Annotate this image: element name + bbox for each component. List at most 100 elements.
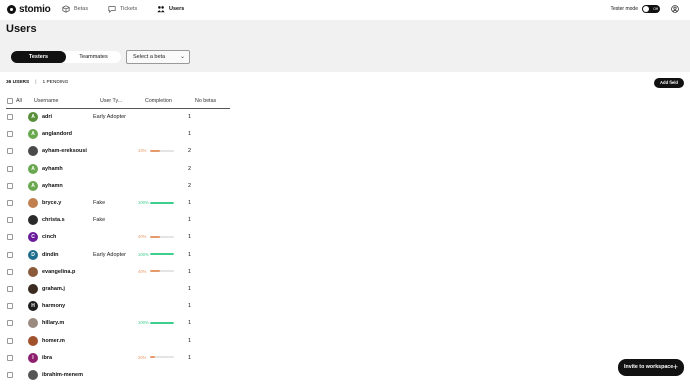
chevron-down-icon: ⌄ [179, 54, 185, 60]
username-cell[interactable]: christa.s [42, 217, 65, 223]
completion-bar [150, 321, 174, 324]
username-cell[interactable]: homer.m [42, 338, 65, 344]
table-row[interactable]: bryce.y Fake 100% 1 [0, 195, 690, 212]
row-checkbox[interactable] [7, 217, 13, 224]
betas-count-cell: 1 [188, 303, 192, 310]
header-band [0, 20, 690, 72]
table-row[interactable]: Aanglandord 1 [0, 126, 690, 143]
username-cell[interactable]: harmony [42, 303, 65, 309]
username-cell[interactable]: ibra [42, 355, 52, 361]
row-checkbox[interactable] [7, 372, 13, 378]
table-row[interactable]: Ddindin Early Adopter 100% 1 [0, 247, 690, 264]
avatar [28, 335, 38, 346]
username-cell[interactable]: anglandord [42, 131, 72, 137]
row-checkbox[interactable] [7, 182, 13, 189]
betas-count-cell: 2 [188, 148, 192, 155]
completion-percent: 20% [138, 354, 147, 360]
tab-testers[interactable]: Testers [11, 51, 66, 63]
add-field-button[interactable]: Add field [654, 78, 684, 88]
table-row[interactable]: ayham-ereksousi 43% 2 [0, 143, 690, 160]
table-row[interactable]: ibrahim-menem [0, 367, 690, 384]
pending-count: 1 PENDING [42, 80, 69, 85]
username-cell[interactable]: ayhamn [42, 183, 63, 189]
avatar [28, 146, 38, 157]
table-row[interactable]: graham.j 1 [0, 281, 690, 298]
row-checkbox[interactable] [7, 337, 13, 344]
table-row[interactable]: christa.s Fake 1 [0, 212, 690, 229]
username-cell[interactable]: bryce.y [42, 200, 61, 206]
tab-teammates[interactable]: Teammates [66, 51, 121, 63]
table-row[interactable]: Ccinch 40% 1 [0, 229, 690, 246]
username-cell[interactable]: hillary.m [42, 320, 64, 326]
avatar: H [28, 301, 38, 312]
row-checkbox[interactable] [7, 114, 13, 120]
avatar [28, 318, 38, 329]
completion-bar-fill [150, 201, 174, 204]
nav-item-tickets[interactable]: Tickets [108, 5, 137, 13]
nav-item-betas[interactable]: Betas [62, 5, 88, 13]
table-row[interactable]: Iibra 20% 1 [0, 350, 690, 367]
table-row[interactable]: evangelina.p 40% 1 [0, 264, 690, 281]
row-checkbox[interactable] [7, 286, 13, 292]
betas-count-cell: 1 [188, 337, 192, 344]
username-cell[interactable]: ibrahim-menem [42, 372, 83, 378]
tester-mode-toggle[interactable]: Off [642, 5, 660, 13]
betas-count-cell: 1 [188, 131, 192, 138]
username-cell[interactable]: adri [42, 114, 52, 120]
row-checkbox[interactable] [7, 148, 13, 155]
avatar: I [28, 352, 38, 363]
betas-count-cell: 1 [188, 234, 192, 241]
username-cell[interactable]: ayham-ereksousi [42, 148, 87, 154]
table-row[interactable]: Hharmony 1 [0, 298, 690, 315]
beta-select-placeholder: Select a beta [133, 54, 166, 60]
header-username[interactable]: Username [34, 98, 58, 104]
row-checkbox[interactable] [7, 234, 13, 241]
completion-cell: 100% [138, 320, 174, 325]
avatar [28, 370, 38, 380]
completion-cell: 43% [138, 148, 174, 153]
username-cell[interactable]: cinch [42, 234, 56, 240]
user-counts: 36 USERS | 1 PENDING [6, 80, 68, 85]
completion-bar-fill [150, 149, 161, 152]
row-checkbox[interactable] [7, 251, 13, 258]
completion-cell: 20% [138, 355, 174, 360]
table-row[interactable]: homer.m 1 [0, 333, 690, 350]
select-all-checkbox[interactable] [7, 98, 13, 104]
completion-percent: 100% [138, 251, 149, 257]
table-row[interactable]: Aayhamh 2 [0, 161, 690, 178]
nav-label-users: Users [169, 6, 185, 12]
header-no-betas[interactable]: No betas [195, 98, 216, 104]
header-user-type[interactable]: User Ty... [100, 98, 122, 104]
row-checkbox[interactable] [7, 268, 13, 275]
app-logo[interactable]: stomio [7, 4, 51, 15]
avatar: A [28, 163, 38, 174]
row-checkbox[interactable] [7, 320, 13, 327]
username-cell[interactable]: dindin [42, 252, 59, 258]
username-cell[interactable]: ayhamh [42, 166, 63, 172]
completion-bar [150, 201, 174, 204]
header-completion[interactable]: Completion [145, 98, 172, 104]
logo-text: stomio [19, 4, 51, 15]
beta-select[interactable]: Select a beta ⌄ [126, 50, 190, 64]
betas-count-cell: 1 [188, 251, 192, 258]
row-checkbox[interactable] [7, 303, 13, 310]
row-checkbox[interactable] [7, 131, 13, 138]
completion-bar [150, 253, 174, 256]
table-row[interactable]: hillary.m 100% 1 [0, 315, 690, 332]
nav-item-users[interactable]: Users [157, 5, 184, 13]
user-icon[interactable] [671, 5, 679, 13]
count-separator: | [35, 80, 37, 85]
username-cell[interactable]: graham.j [42, 286, 65, 292]
row-checkbox[interactable] [7, 165, 13, 172]
betas-count-cell: 2 [188, 165, 192, 172]
completion-bar-fill [150, 253, 174, 256]
table-row[interactable]: Aadri Early Adopter 1 [0, 109, 690, 126]
betas-count-cell: 2 [188, 182, 192, 189]
row-checkbox[interactable] [7, 200, 13, 206]
betas-count-cell: 1 [188, 354, 192, 361]
table-row[interactable]: Aayhamn 2 [0, 178, 690, 195]
row-checkbox[interactable] [7, 354, 13, 361]
invite-to-workspace-button[interactable]: Invite to workspace + [618, 359, 684, 376]
completion-percent: 100% [138, 320, 149, 326]
username-cell[interactable]: evangelina.p [42, 269, 75, 275]
